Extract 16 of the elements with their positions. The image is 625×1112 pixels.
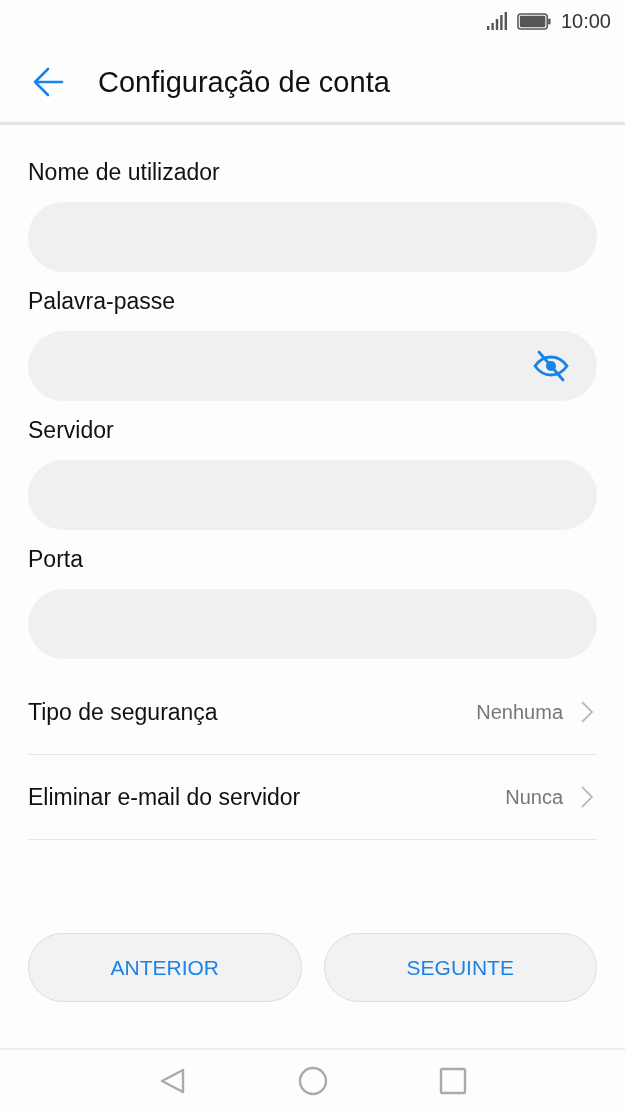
settings-row[interactable]: Tipo de segurança Nenhuma [28,670,597,755]
field-label: Servidor [28,416,115,445]
field-label: Nome de utilizador [28,158,221,187]
clock-time: 10:00 [560,9,611,33]
settings-row[interactable]: Eliminar e-mail do servidor Nunca [28,755,597,840]
battery-icon [516,12,551,30]
page-title: Configuração de conta [98,65,390,99]
chevron-right-icon [581,701,593,723]
field-label: Palavra-passe [28,287,177,316]
chevron-right-icon [581,786,593,808]
back-arrow-icon[interactable] [32,66,64,98]
eye-off-icon[interactable] [533,350,569,382]
recents-icon[interactable] [437,1066,468,1096]
signal-icon [486,12,507,30]
field-label: Porta [28,545,84,574]
home-icon[interactable] [297,1066,328,1096]
